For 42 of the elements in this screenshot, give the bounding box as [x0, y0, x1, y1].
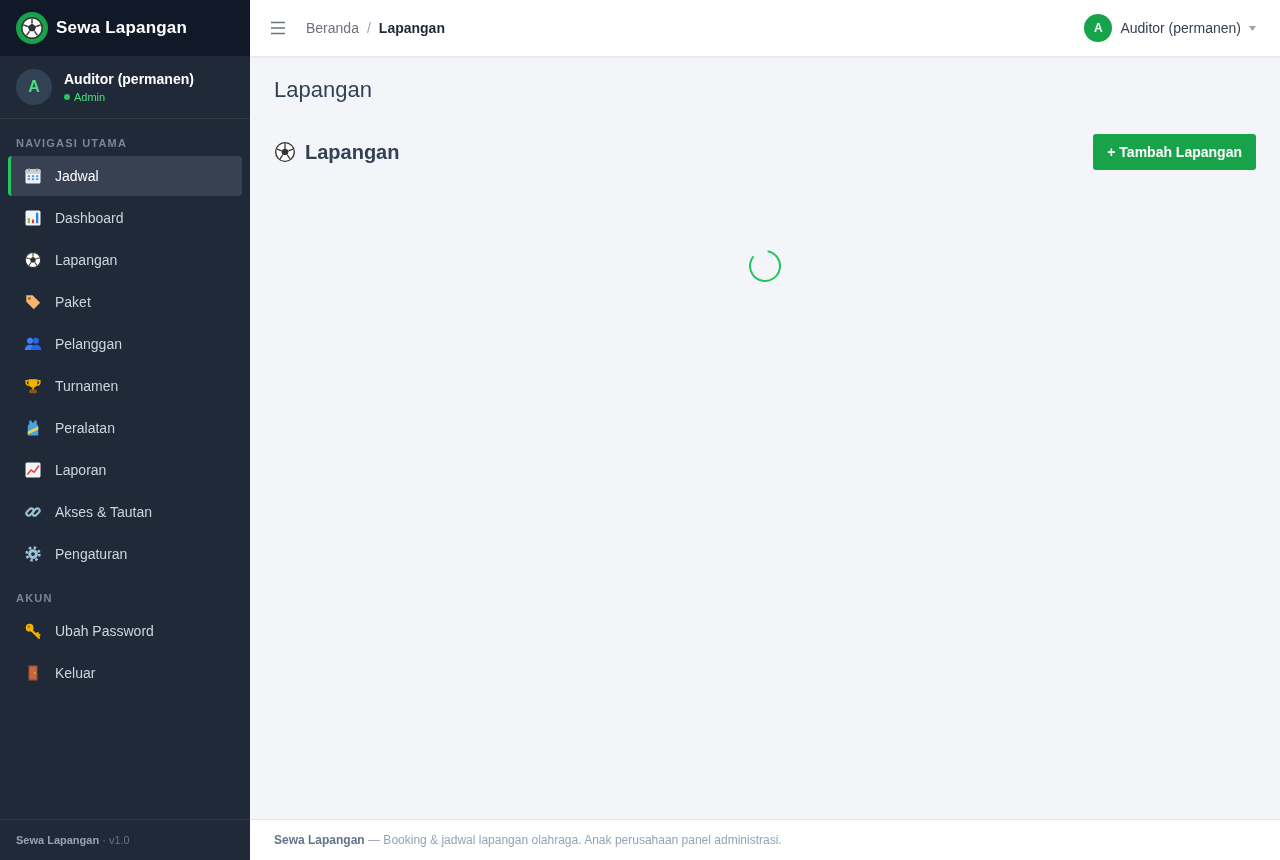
nav-item[interactable]: Dashboard — [8, 198, 242, 238]
page-title: Lapangan — [274, 76, 372, 104]
nav-item[interactable]: Pengaturan — [8, 534, 242, 574]
soccer-ball-icon — [274, 141, 296, 163]
line-chart-icon — [24, 461, 42, 479]
sidebar-footer-text: Sewa Lapangan · v1.0 — [16, 834, 130, 846]
status-dot-icon — [64, 94, 70, 100]
footer-text: Sewa Lapangan — Booking & jadwal lapangan olahraga. Anak perusahaan panel administrasi. — [274, 833, 782, 847]
user-name: Auditor (permanen) — [1120, 20, 1241, 36]
trophy-icon — [24, 377, 42, 395]
user-role: Admin — [74, 90, 106, 104]
section-title: Lapangan — [305, 140, 400, 164]
breadcrumb-link[interactable]: Beranda — [306, 20, 359, 36]
user-menu-button[interactable]: A Auditor (permanen) — [1084, 14, 1256, 42]
nav-item[interactable]: Laporan — [8, 450, 242, 490]
nav-item[interactable]: Peralatan — [8, 408, 242, 448]
tag-icon — [24, 293, 42, 311]
app-title: Sewa Lapangan — [56, 18, 188, 38]
nav-item[interactable]: Pelanggan — [8, 324, 242, 364]
nav-section-heading: NAVIGASI UTAMA — [16, 137, 128, 150]
soccer-ball-logo-icon — [16, 12, 48, 44]
bar-chart-icon — [24, 209, 42, 227]
nav-item[interactable]: Lapangan — [8, 240, 242, 280]
breadcrumb-separator: / — [366, 20, 371, 36]
people-icon — [24, 335, 42, 353]
soccer-ball-icon — [24, 251, 42, 269]
user-avatar: A — [1084, 14, 1113, 42]
user-avatar: A — [16, 69, 52, 105]
user-name: Auditor (permanen) — [64, 70, 194, 88]
nav-section-heading: AKUN — [16, 592, 53, 605]
nav-item[interactable]: Jadwal — [8, 156, 242, 196]
nav-item[interactable]: Paket — [8, 282, 242, 322]
calendar-icon — [24, 167, 42, 185]
nav-item[interactable]: Keluar — [8, 653, 242, 693]
nav-item[interactable]: Turnamen — [8, 366, 242, 406]
gear-icon — [24, 545, 42, 563]
breadcrumb-current: Lapangan — [378, 20, 445, 36]
caret-icon — [1249, 25, 1256, 31]
nav-item[interactable]: Ubah Password — [8, 611, 242, 651]
nav-item[interactable]: Akses & Tautan — [8, 492, 242, 532]
menu-icon[interactable] — [270, 20, 286, 36]
key-icon — [24, 622, 42, 640]
